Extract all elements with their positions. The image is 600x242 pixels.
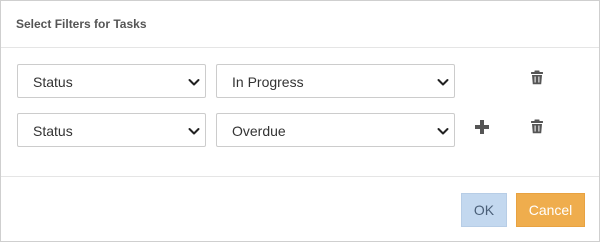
value-select-value: Overdue — [232, 123, 286, 139]
cancel-button[interactable]: Cancel — [516, 193, 585, 227]
dialog-header: Select Filters for Tasks — [1, 1, 599, 48]
value-select-value: In Progress — [232, 74, 304, 90]
value-select[interactable]: Overdue — [216, 113, 455, 147]
filter-dialog: Select Filters for Tasks Status In Progr… — [0, 0, 600, 242]
filter-row: Status Overdue — [1, 113, 599, 147]
dialog-footer: OK Cancel — [1, 176, 599, 241]
field-select[interactable]: Status — [17, 64, 206, 98]
field-select-value: Status — [33, 74, 73, 90]
ok-button[interactable]: OK — [461, 193, 507, 227]
chevron-down-icon — [188, 79, 200, 86]
chevron-down-icon — [437, 128, 449, 135]
field-select-value: Status — [33, 123, 73, 139]
field-select[interactable]: Status — [17, 113, 206, 147]
chevron-down-icon — [188, 128, 200, 135]
dialog-title: Select Filters for Tasks — [16, 17, 147, 31]
value-select[interactable]: In Progress — [216, 64, 455, 98]
trash-icon[interactable] — [530, 119, 544, 134]
chevron-down-icon — [437, 79, 449, 86]
trash-icon[interactable] — [530, 70, 544, 85]
filter-row: Status In Progress — [1, 64, 599, 98]
plus-icon[interactable] — [474, 119, 490, 135]
